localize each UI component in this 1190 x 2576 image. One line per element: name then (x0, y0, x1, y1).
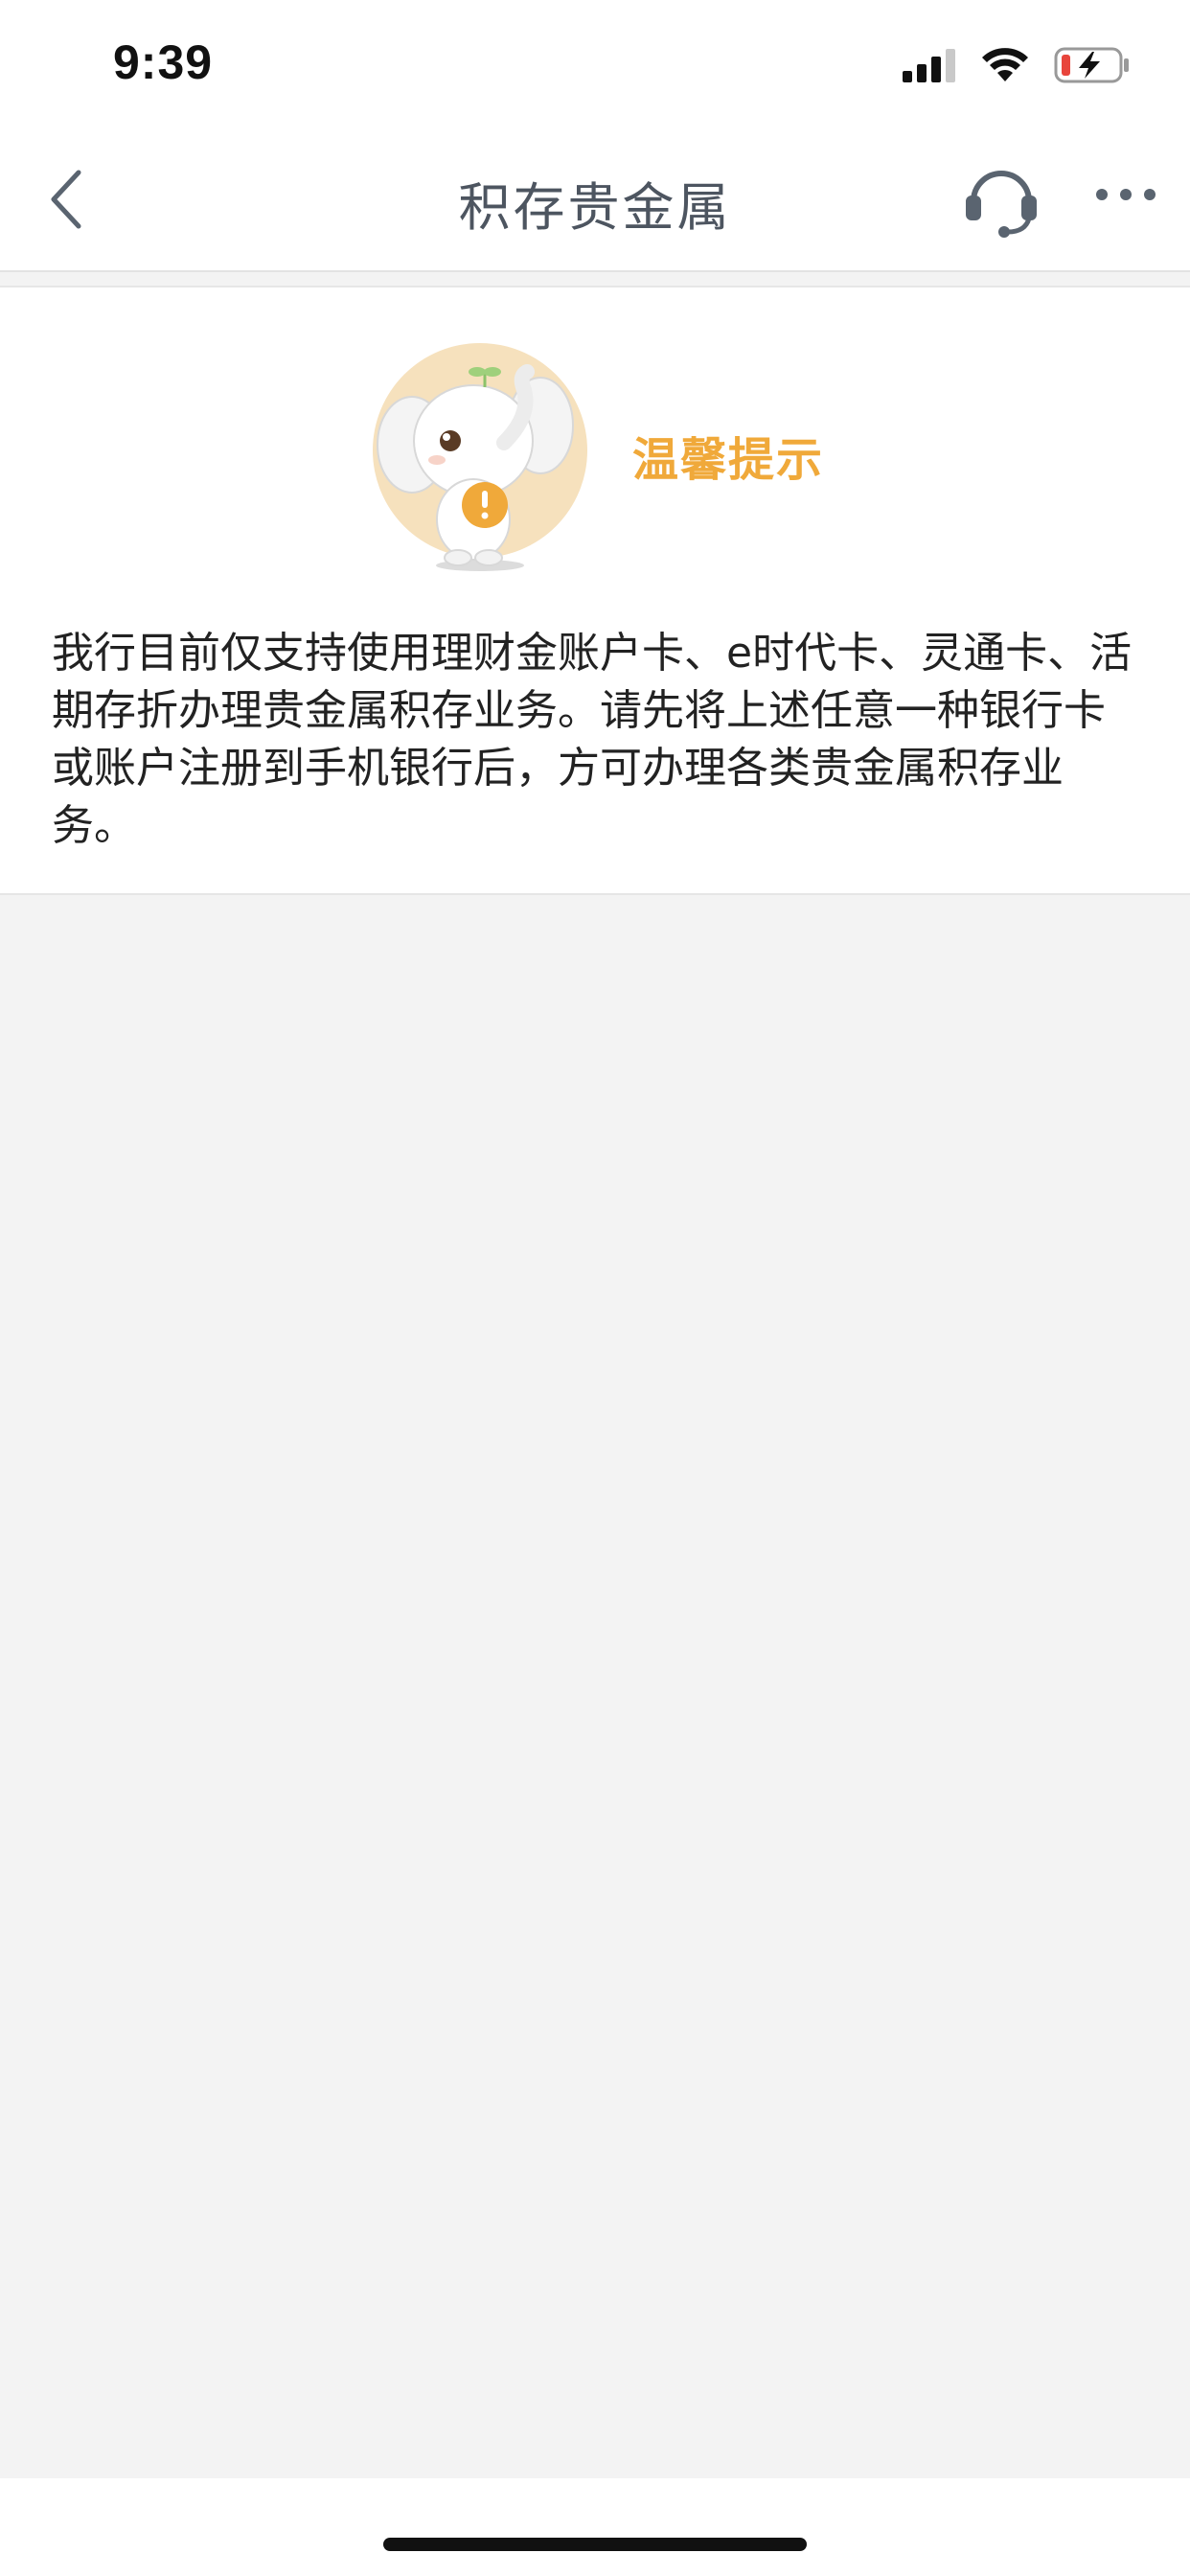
status-time: 9:39 (113, 35, 214, 89)
signal-icon (903, 49, 955, 82)
wifi-icon (982, 48, 1028, 81)
more-dots-icon[interactable] (1092, 180, 1159, 209)
status-bar: 9:39 (0, 0, 1190, 126)
tip-title: 温馨提示 (632, 433, 825, 487)
notice-card: 温馨提示 我行目前仅支持使用理财金账户卡、e时代卡、灵通卡、活期存折办理贵金属积… (0, 286, 1190, 895)
status-icons (903, 42, 1131, 88)
notice-text: 我行目前仅支持使用理财金账户卡、e时代卡、灵通卡、活期存折办理贵金属积存业务。请… (52, 629, 1133, 850)
headset-icon[interactable] (958, 153, 1044, 240)
home-indicator[interactable] (383, 2538, 807, 2551)
battery-charging-icon (1054, 47, 1129, 83)
nav-bar: 积存贵金属 (0, 126, 1190, 272)
home-area (0, 2478, 1190, 2576)
elephant-mascot-icon (373, 343, 587, 571)
